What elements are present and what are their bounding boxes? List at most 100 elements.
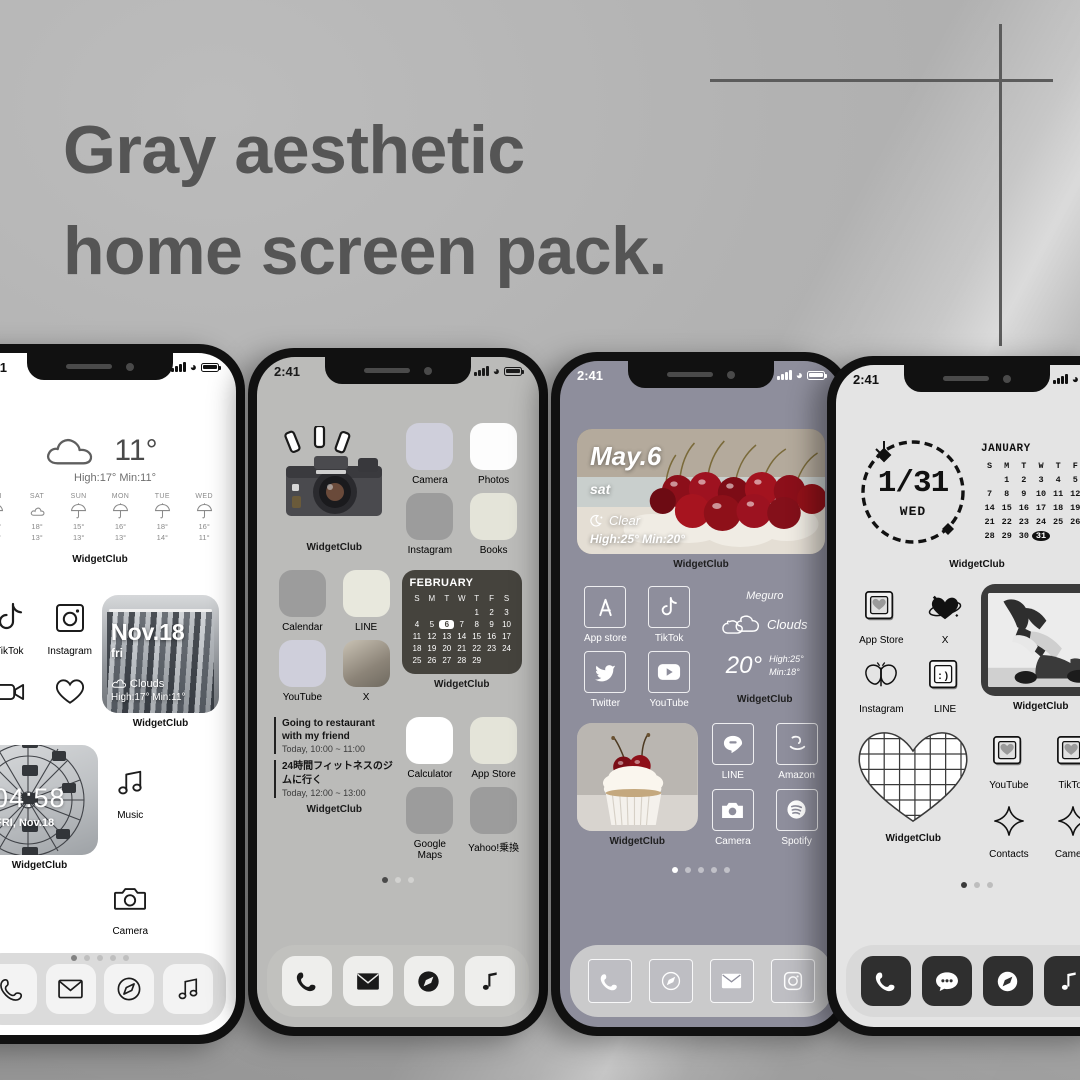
photo-widget[interactable]: WidgetClub <box>577 723 698 847</box>
dock-mail-button[interactable] <box>45 964 96 1014</box>
dock-instagram-button[interactable] <box>770 959 815 1003</box>
calendar-day[interactable]: 5 <box>1067 475 1080 485</box>
date-weather-photo-widget[interactable]: May.6 sat Clear High:25° Min:20° WidgetC… <box>577 429 825 570</box>
calendar-day[interactable]: 2 <box>484 608 499 617</box>
app-instagram[interactable]: Instagram <box>402 493 459 556</box>
calendar-day[interactable]: 15 <box>998 503 1015 513</box>
page-dot[interactable] <box>395 877 401 883</box>
app-photos[interactable]: Photos <box>465 423 522 486</box>
app-tiktok[interactable]: TikTok <box>641 586 698 644</box>
calendar-day[interactable]: 24 <box>499 644 514 653</box>
app-instagram[interactable]: Instagram <box>42 595 99 666</box>
calendar-day[interactable]: 7 <box>454 620 469 629</box>
pixel-date-widget[interactable]: 1/31 WED <box>853 433 973 551</box>
app-books[interactable]: Books <box>465 493 522 556</box>
app-appstore[interactable]: App store <box>577 586 634 644</box>
dock-music-button[interactable] <box>1043 956 1080 1006</box>
calendar-day[interactable]: 3 <box>1032 475 1049 485</box>
app-health[interactable] <box>42 669 99 729</box>
calendar-day[interactable]: 19 <box>1067 503 1080 513</box>
calendar-day[interactable]: 13 <box>439 632 454 641</box>
calendar-day[interactable]: 8 <box>469 620 484 629</box>
app-music[interactable]: Music <box>102 745 159 871</box>
calendar-day[interactable]: 10 <box>499 620 514 629</box>
calendar-day[interactable]: 5 <box>424 620 439 629</box>
dock-phone-button[interactable] <box>0 964 38 1014</box>
calendar-day[interactable]: 11 <box>410 632 425 641</box>
calendar-day[interactable]: 17 <box>1032 503 1049 513</box>
photo-widget[interactable]: WidgetClub <box>980 584 1080 715</box>
app-contacts[interactable]: Contacts <box>981 798 1038 860</box>
calendar-day[interactable]: 17 <box>499 632 514 641</box>
clock-widget[interactable]: 04:58 FRI, Nov.18 WidgetClub <box>0 744 98 871</box>
calendar-day[interactable]: 20 <box>439 644 454 653</box>
events-widget[interactable]: Going to restaurant with my friend Today… <box>274 717 395 861</box>
weather-widget[interactable]: Meguro Clouds 20° High:25° Min:18° Widge… <box>705 586 826 709</box>
dock-mail-button[interactable] <box>709 959 754 1003</box>
calendar-today[interactable]: 31 <box>1032 531 1050 541</box>
calendar-day[interactable]: 30 <box>1015 531 1032 541</box>
page-dot[interactable] <box>711 867 717 873</box>
page-dot[interactable] <box>698 867 704 873</box>
calendar-day[interactable]: 8 <box>998 489 1015 499</box>
page-dot[interactable] <box>672 867 678 873</box>
app-calendar[interactable]: Calendar <box>274 570 331 633</box>
app-x[interactable]: X <box>917 584 974 646</box>
calendar-day[interactable]: 1 <box>469 608 484 617</box>
dock-safari-button[interactable] <box>104 964 155 1014</box>
page-dot[interactable] <box>724 867 730 873</box>
calendar-day[interactable]: 22 <box>998 517 1015 527</box>
dock-music-button[interactable] <box>464 956 515 1006</box>
calendar-day[interactable]: 18 <box>1050 503 1067 513</box>
calendar-day[interactable]: 27 <box>439 656 454 665</box>
calendar-day[interactable]: 12 <box>424 632 439 641</box>
camera-widget[interactable]: WidgetClub <box>274 423 395 556</box>
calendar-day[interactable]: 28 <box>981 531 998 541</box>
app-line[interactable]: LINE <box>338 570 395 633</box>
page-indicator[interactable] <box>853 882 1080 888</box>
dock-safari-button[interactable] <box>403 956 454 1006</box>
calendar-day[interactable]: 29 <box>469 656 484 665</box>
calendar-today[interactable]: 6 <box>439 620 455 629</box>
app-facetime[interactable] <box>0 669 38 729</box>
calendar-day[interactable]: 16 <box>1015 503 1032 513</box>
calendar-day[interactable]: 3 <box>499 608 514 617</box>
calendar-day[interactable]: 24 <box>1032 517 1049 527</box>
calendar-day[interactable]: 22 <box>469 644 484 653</box>
calendar-day[interactable]: 1 <box>998 475 1015 485</box>
calendar-day[interactable]: 26 <box>424 656 439 665</box>
app-camera[interactable]: Camera <box>1044 798 1080 860</box>
calendar-day[interactable]: 4 <box>410 620 425 629</box>
calendar-day[interactable]: 29 <box>998 531 1015 541</box>
calendar-day[interactable]: 16 <box>484 632 499 641</box>
app-camera[interactable]: Camera <box>402 423 459 486</box>
calendar-day[interactable]: 26 <box>1067 517 1080 527</box>
calendar-day[interactable]: 23 <box>1015 517 1032 527</box>
app-appstore[interactable]: App Store <box>465 717 522 780</box>
dock-phone-button[interactable] <box>281 956 332 1006</box>
calendar-day[interactable]: 7 <box>981 489 998 499</box>
calendar-day[interactable]: 9 <box>484 620 499 629</box>
calendar-day[interactable]: 28 <box>454 656 469 665</box>
dock-phone-button[interactable] <box>860 956 911 1006</box>
date-weather-widget[interactable]: Nov.18 fri Clouds High:17° Min:11° Widge… <box>102 594 219 729</box>
app-twitter[interactable]: Twitter <box>577 651 634 709</box>
app-googlemaps[interactable]: Google Maps <box>402 787 459 861</box>
page-dot[interactable] <box>974 882 980 888</box>
calendar-day[interactable]: 15 <box>469 632 484 641</box>
calendar-day[interactable]: 19 <box>424 644 439 653</box>
app-youtube[interactable]: YouTube <box>641 651 698 709</box>
calendar-day[interactable]: 4 <box>1050 475 1067 485</box>
app-instagram[interactable]: Instagram <box>853 653 910 715</box>
calendar-day[interactable]: 9 <box>1015 489 1032 499</box>
app-yahoo[interactable]: Yahoo!乗換 <box>465 787 522 861</box>
calendar-day[interactable]: 14 <box>981 503 998 513</box>
page-dot[interactable] <box>382 877 388 883</box>
dock-safari-button[interactable] <box>982 956 1033 1006</box>
calendar-day[interactable]: 11 <box>1050 489 1067 499</box>
app-youtube[interactable]: YouTube <box>981 729 1038 791</box>
dock-phone-button[interactable] <box>587 959 632 1003</box>
weather-widget[interactable]: 11° High:17° Min:11° FRI17°11°SAT18°13°S… <box>0 433 219 565</box>
app-appstore[interactable]: App Store <box>853 584 910 646</box>
calendar-day[interactable]: 21 <box>454 644 469 653</box>
